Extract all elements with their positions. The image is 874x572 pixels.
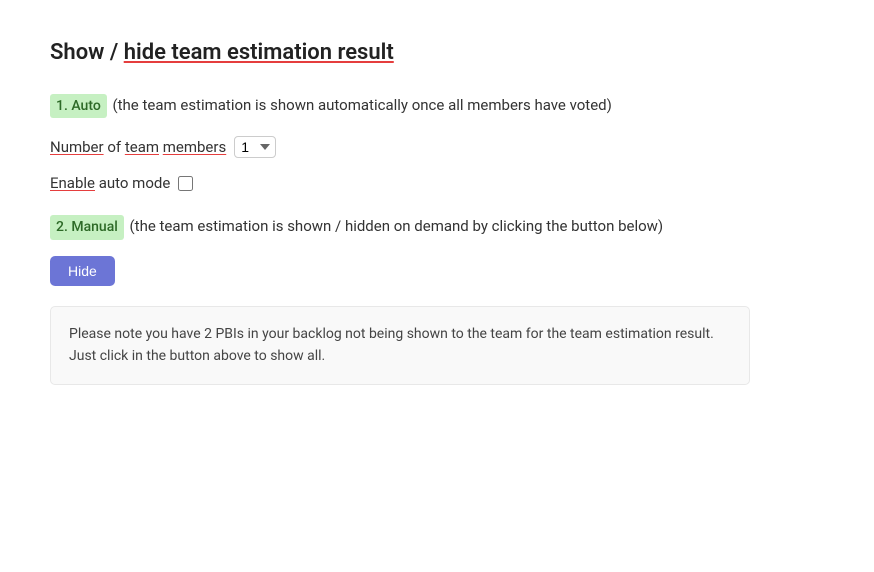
auto-section: 1. Auto (the team estimation is shown au… xyxy=(50,93,824,118)
manual-section: 2. Manual (the team estimation is shown … xyxy=(50,214,824,239)
auto-description: (the team estimation is shown automatica… xyxy=(109,96,612,114)
enable-auto-row: Enable auto mode xyxy=(50,174,824,192)
manual-description: (the team estimation is shown / hidden o… xyxy=(126,217,663,235)
members-dropdown[interactable]: 1 2 3 4 5 6 7 8 9 10 xyxy=(234,136,276,158)
auto-mode-checkbox[interactable] xyxy=(178,176,193,191)
members-row: Number of team members 1 2 3 4 5 6 7 8 9… xyxy=(50,136,824,158)
note-text: Please note you have 2 PBIs in your back… xyxy=(69,326,714,364)
auto-badge: 1. Auto xyxy=(50,94,107,118)
hide-button[interactable]: Hide xyxy=(50,256,115,286)
note-box: Please note you have 2 PBIs in your back… xyxy=(50,306,750,385)
members-label: Number of team members xyxy=(50,138,226,156)
manual-badge: 2. Manual xyxy=(50,215,124,239)
enable-label: Enable auto mode xyxy=(50,174,170,192)
page-title: Show / hide team estimation result xyxy=(50,40,824,65)
